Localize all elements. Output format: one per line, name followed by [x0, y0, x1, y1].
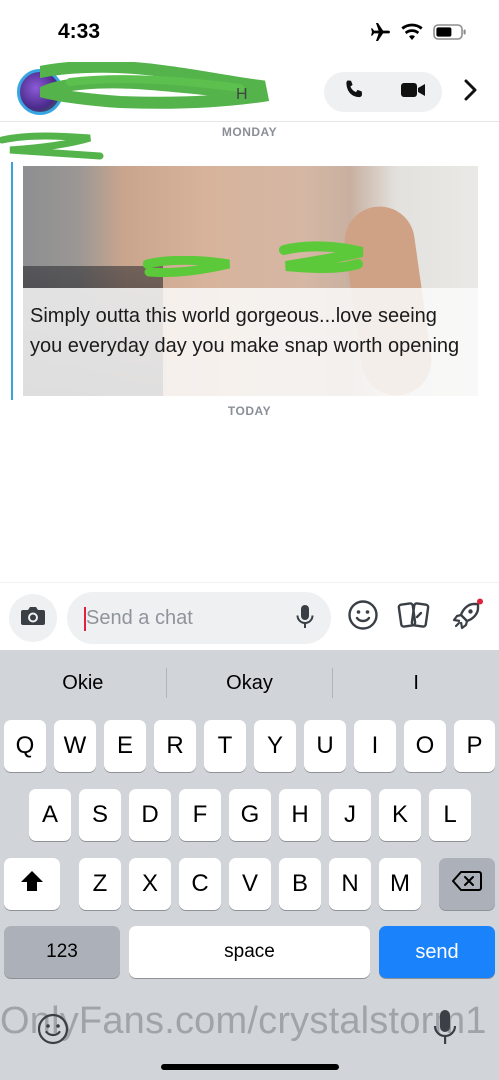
phone-icon	[343, 79, 365, 106]
smiley-icon	[347, 599, 379, 636]
header-divider	[0, 121, 499, 122]
key-i[interactable]: I	[354, 720, 396, 772]
redacted-sender-scribble	[0, 132, 104, 160]
snap-message[interactable]: Simply outta this world gorgeous...love …	[23, 166, 478, 396]
key-p[interactable]: P	[454, 720, 495, 772]
message-indicator-bar	[11, 162, 13, 400]
key-e[interactable]: E	[104, 720, 146, 772]
games-button[interactable]	[450, 598, 484, 637]
key-k[interactable]: K	[379, 789, 421, 841]
key-j[interactable]: J	[329, 789, 371, 841]
chat-header: H	[0, 62, 499, 120]
dictation-button[interactable]	[432, 1008, 458, 1048]
space-key[interactable]: space	[129, 926, 370, 978]
key-f[interactable]: F	[179, 789, 221, 841]
emoji-keyboard-button[interactable]	[36, 1012, 70, 1046]
numbers-key[interactable]: 123	[4, 926, 120, 978]
key-n[interactable]: N	[329, 858, 371, 910]
suggestion-3[interactable]: I	[333, 650, 499, 716]
dictation-mic-icon	[432, 1010, 458, 1052]
key-g[interactable]: G	[229, 789, 271, 841]
video-icon	[400, 81, 426, 104]
key-t[interactable]: T	[204, 720, 246, 772]
key-y[interactable]: Y	[254, 720, 296, 772]
watermark: OnlyFans.com/crystalstorm1	[0, 1000, 487, 1042]
snap-caption: Simply outta this world gorgeous...love …	[30, 305, 460, 357]
key-l[interactable]: L	[429, 789, 471, 841]
key-s[interactable]: S	[79, 789, 121, 841]
suggestion-2[interactable]: Okay	[167, 650, 333, 716]
status-bar: 4:33	[0, 0, 499, 60]
composer-bar	[0, 588, 499, 648]
key-a[interactable]: A	[29, 789, 71, 841]
video-call-button[interactable]	[383, 72, 442, 112]
censor-mark-left	[143, 256, 231, 278]
rocket-icon	[450, 598, 484, 637]
day-label-today: TODAY	[227, 404, 272, 418]
cards-button[interactable]	[397, 600, 431, 634]
chat-field[interactable]	[67, 592, 331, 644]
backspace-icon	[452, 870, 482, 899]
suggestion-1[interactable]: Okie	[0, 650, 166, 716]
key-d[interactable]: D	[129, 789, 171, 841]
send-key[interactable]: send	[379, 926, 495, 978]
voice-note-button[interactable]	[293, 604, 317, 635]
key-o[interactable]: O	[404, 720, 446, 772]
key-v[interactable]: V	[229, 858, 271, 910]
camera-icon	[20, 605, 46, 632]
status-icons	[369, 22, 467, 42]
battery-icon	[433, 23, 467, 41]
home-indicator	[161, 1064, 339, 1070]
censor-mark-right	[279, 241, 364, 273]
emoji-icon	[36, 1013, 70, 1050]
chat-input[interactable]	[86, 592, 286, 644]
composer-divider	[0, 582, 499, 583]
shift-arrow-icon	[20, 870, 44, 899]
suggestion-bar: Okie Okay I	[0, 650, 499, 716]
key-m[interactable]: M	[379, 858, 421, 910]
contact-name-fragment: H	[236, 86, 248, 103]
key-x[interactable]: X	[129, 858, 171, 910]
mic-icon	[295, 604, 315, 635]
key-u[interactable]: U	[304, 720, 346, 772]
key-h[interactable]: H	[279, 789, 321, 841]
call-buttons	[324, 72, 442, 112]
cards-icon	[397, 600, 431, 635]
sticker-button[interactable]	[346, 599, 380, 636]
wifi-icon	[401, 23, 423, 41]
key-z[interactable]: Z	[79, 858, 121, 910]
camera-button[interactable]	[9, 594, 57, 642]
key-w[interactable]: W	[54, 720, 96, 772]
more-button[interactable]	[458, 76, 482, 108]
chevron-right-icon	[463, 79, 477, 106]
backspace-key[interactable]	[439, 858, 495, 910]
shift-key[interactable]	[4, 858, 60, 910]
airplane-icon	[369, 22, 391, 42]
status-time: 4:33	[58, 20, 101, 43]
call-button[interactable]	[324, 72, 383, 112]
key-r[interactable]: R	[154, 720, 196, 772]
key-q[interactable]: Q	[4, 720, 46, 772]
key-c[interactable]: C	[179, 858, 221, 910]
key-b[interactable]: B	[279, 858, 321, 910]
